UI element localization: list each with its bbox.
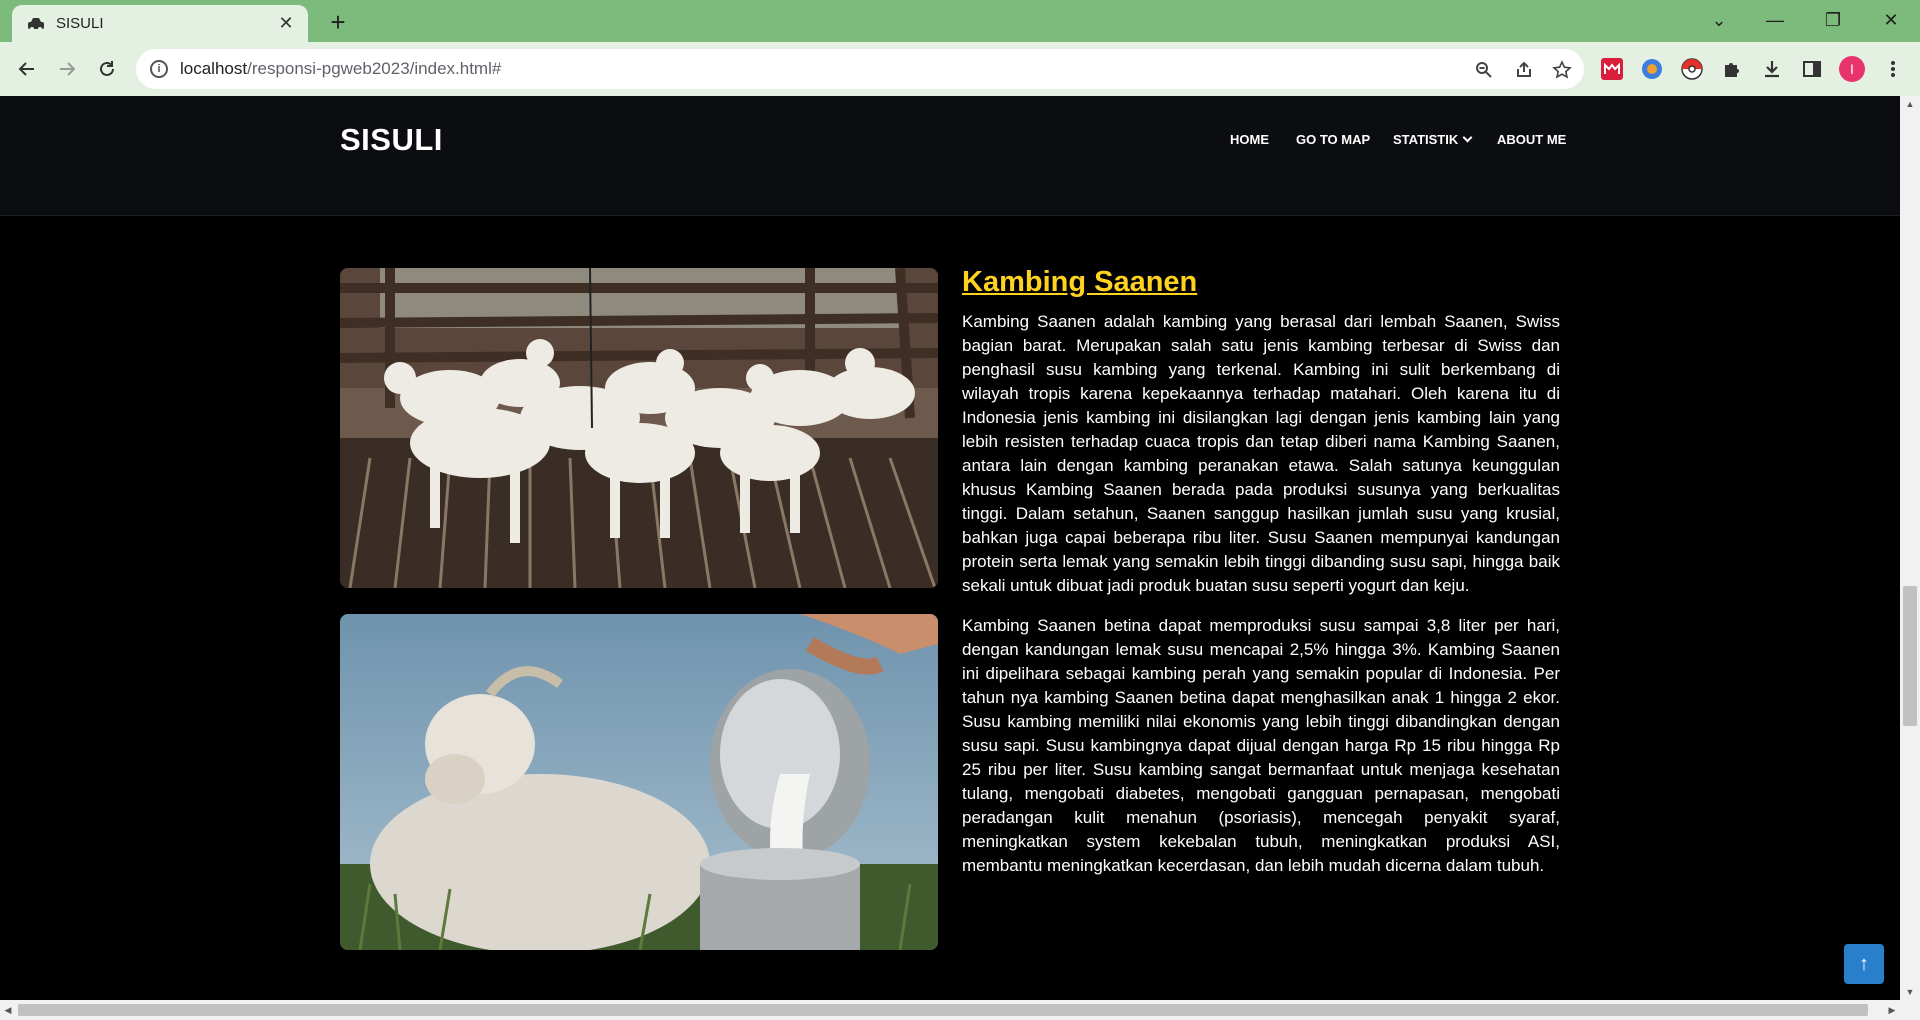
vertical-scrollbar[interactable]: ▲ ▼ [1900, 96, 1920, 1000]
scroll-left-arrow-icon[interactable]: ◀ [0, 1000, 16, 1020]
nav-home[interactable]: HOME [1230, 132, 1269, 147]
extension-shield-icon[interactable] [1639, 56, 1665, 82]
minimize-button[interactable]: — [1746, 0, 1804, 40]
extension-mendeley-icon[interactable] [1599, 56, 1625, 82]
extension-pokeball-icon[interactable] [1679, 56, 1705, 82]
site-info-icon[interactable]: i [150, 60, 168, 78]
car-icon [26, 14, 46, 34]
nav-statistik[interactable]: STATISTIK [1393, 132, 1473, 147]
back-arrow-icon [18, 62, 34, 76]
article-paragraph-1: Kambing Saanen adalah kambing yang beras… [962, 312, 1560, 595]
reload-icon [100, 61, 114, 76]
nav-go-to-map[interactable]: GO TO MAP [1296, 132, 1370, 147]
share-icon[interactable] [1512, 58, 1536, 82]
download-icon[interactable] [1759, 56, 1785, 82]
chevron-down-icon [1462, 132, 1473, 143]
vertical-scroll-thumb[interactable] [1903, 586, 1917, 726]
new-tab-button[interactable]: + [322, 6, 354, 38]
browser-menu-icon[interactable] [1880, 56, 1906, 82]
goat-milk-pour-image [340, 614, 938, 950]
extensions-puzzle-icon[interactable] [1719, 56, 1745, 82]
side-panel-icon[interactable] [1799, 56, 1825, 82]
reload-button[interactable] [90, 52, 124, 86]
goats-in-pen-image [340, 268, 938, 588]
url-path: /responsi-pgweb2023/index.html# [247, 59, 502, 78]
scroll-down-arrow-icon[interactable]: ▼ [1900, 984, 1920, 1000]
article-title[interactable]: Kambing Saanen [962, 266, 1197, 299]
profile-avatar[interactable]: I [1839, 56, 1865, 82]
forward-arrow-icon [60, 62, 76, 76]
bookmark-star-icon[interactable] [1550, 58, 1574, 82]
browser-tab-strip: SISULI ✕ + ⌄ — ❐ ✕ [0, 0, 1920, 42]
tab-title: SISULI [56, 15, 104, 32]
back-to-top-button[interactable]: ↑ [1844, 944, 1884, 984]
web-page: SISULI HOME GO TO MAP STATISTIK ABOUT ME [0, 96, 1900, 1000]
url-host: localhost [180, 59, 248, 78]
back-button[interactable] [10, 52, 44, 86]
article-paragraph-2: Kambing Saanen betina dapat memproduksi … [962, 616, 1560, 875]
scroll-up-arrow-icon[interactable]: ▲ [1900, 96, 1920, 112]
horizontal-scroll-thumb[interactable] [18, 1004, 1868, 1016]
browser-toolbar: i localhost/responsi-pgweb2023/index.htm… [0, 42, 1920, 96]
horizontal-scrollbar[interactable]: ◀ ▶ [0, 1000, 1920, 1020]
close-window-button[interactable]: ✕ [1862, 0, 1920, 40]
tab-search-icon[interactable]: ⌄ [1690, 0, 1748, 40]
zoom-icon[interactable] [1472, 58, 1496, 82]
tab-close-icon[interactable]: ✕ [276, 13, 296, 34]
forward-button[interactable] [50, 52, 84, 86]
address-bar[interactable]: i localhost/responsi-pgweb2023/index.htm… [136, 49, 1584, 89]
nav-about-me[interactable]: ABOUT ME [1497, 132, 1566, 147]
restore-button[interactable]: ❐ [1804, 0, 1862, 40]
nav-statistik-label: STATISTIK [1393, 132, 1459, 147]
site-header: SISULI HOME GO TO MAP STATISTIK ABOUT ME [0, 96, 1900, 216]
browser-tab[interactable]: SISULI ✕ [12, 5, 308, 42]
scroll-right-arrow-icon[interactable]: ▶ [1884, 1000, 1900, 1020]
site-logo[interactable]: SISULI [340, 122, 443, 158]
